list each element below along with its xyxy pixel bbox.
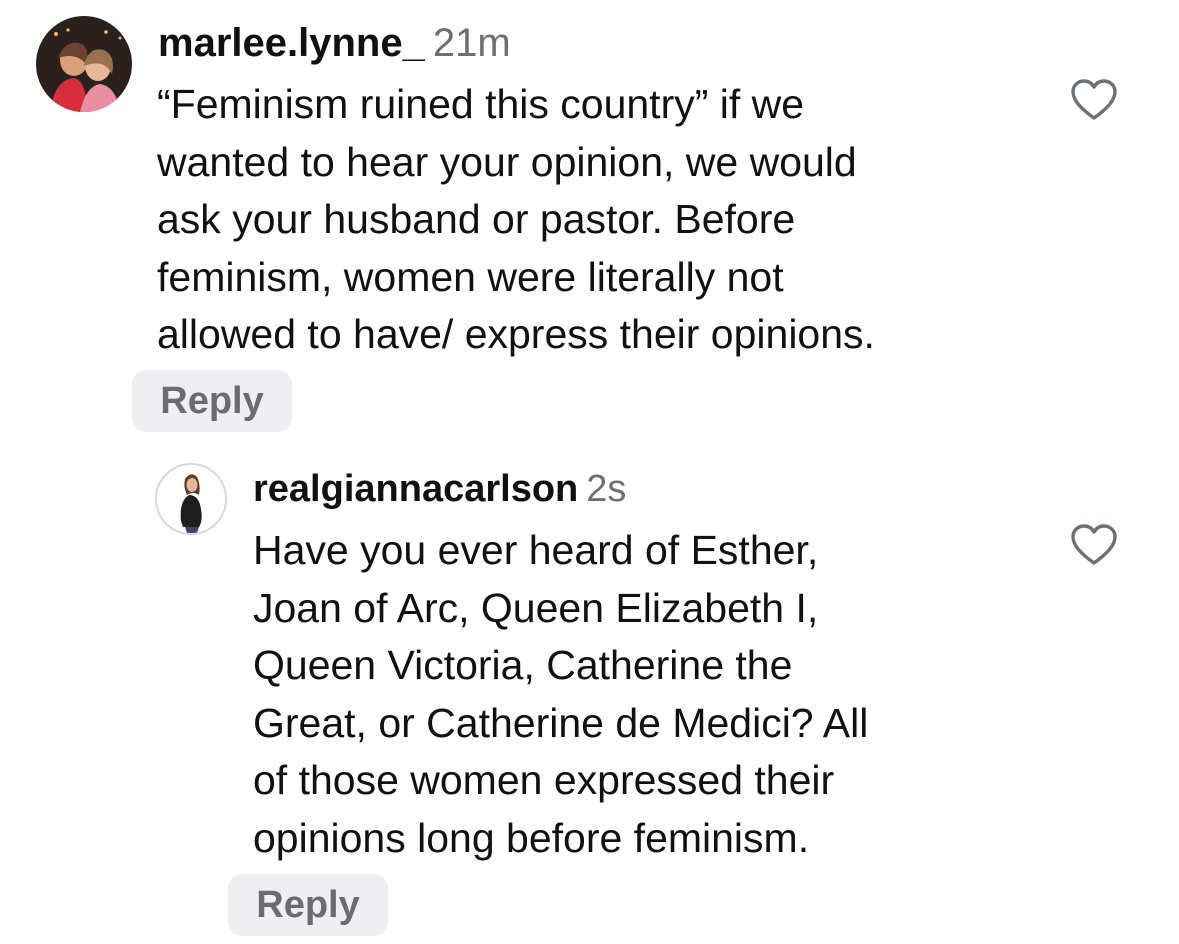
comment-text: “Feminism ruined this country” if we wan… — [157, 81, 875, 357]
avatar-photo — [36, 16, 132, 112]
comment-header: marlee.lynne_ 21m — [158, 18, 511, 68]
reply-button[interactable]: Reply — [132, 370, 292, 432]
avatar[interactable] — [155, 463, 227, 535]
comment-header: realgiannacarlson 2s — [253, 465, 626, 513]
username[interactable]: realgiannacarlson — [253, 468, 578, 510]
avatar-photo — [157, 465, 225, 533]
comment-text: Have you ever heard of Esther, Joan of A… — [253, 527, 869, 861]
timestamp: 2s — [586, 468, 627, 510]
heart-outline-icon[interactable] — [1070, 78, 1118, 122]
reply-label: Reply — [256, 883, 360, 926]
reply-button[interactable]: Reply — [228, 874, 388, 936]
username[interactable]: marlee.lynne_ — [158, 21, 425, 65]
reply-label: Reply — [160, 379, 264, 422]
avatar[interactable] — [36, 16, 132, 112]
heart-outline-icon[interactable] — [1070, 523, 1118, 567]
timestamp: 21m — [432, 21, 511, 65]
